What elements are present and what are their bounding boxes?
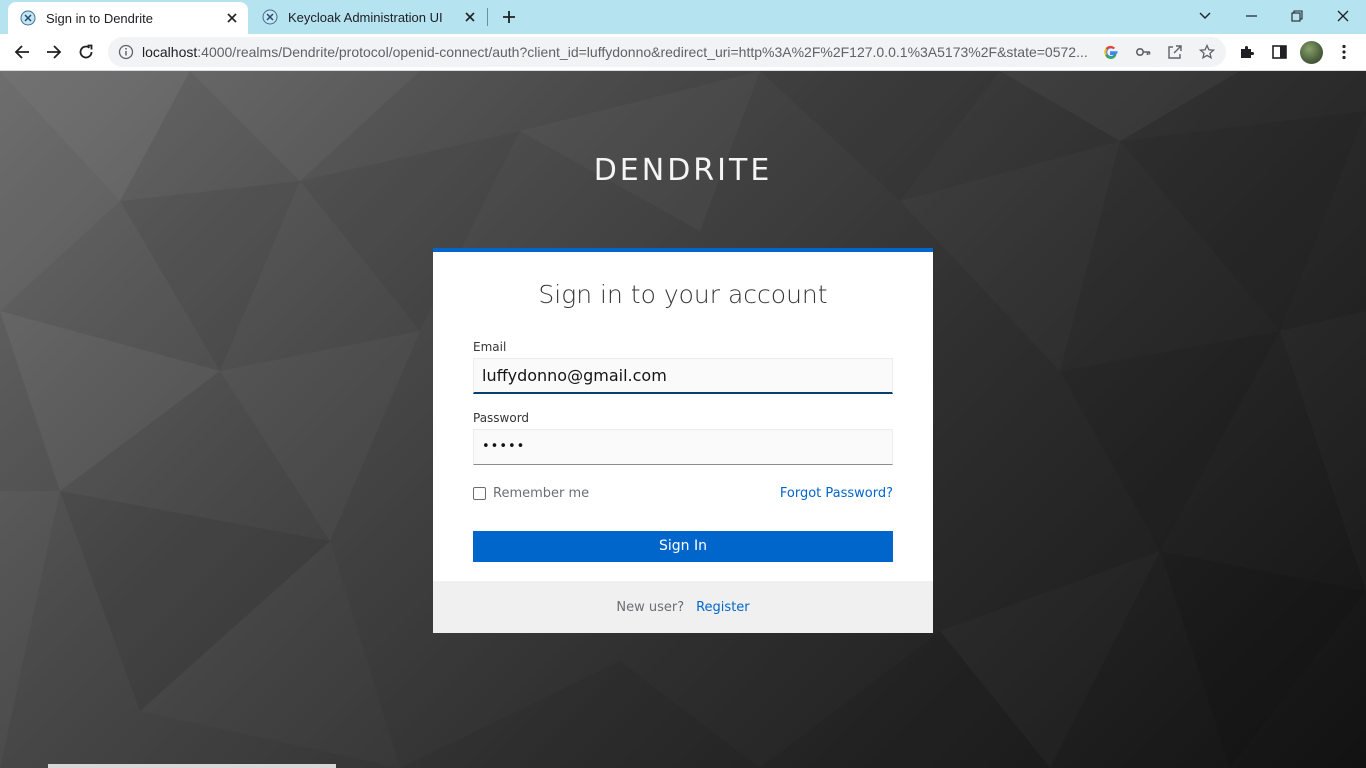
remember-me-checkbox[interactable] xyxy=(473,487,486,500)
side-panel-icon xyxy=(1271,45,1287,59)
new-tab-button[interactable] xyxy=(496,5,522,29)
forgot-password-link[interactable]: Forgot Password? xyxy=(780,486,893,501)
email-label: Email xyxy=(473,340,507,354)
minimize-button[interactable] xyxy=(1228,2,1274,30)
minimize-icon xyxy=(1245,15,1257,17)
arrow-right-icon xyxy=(47,45,62,59)
keycloak-favicon-icon xyxy=(262,9,278,25)
key-icon[interactable] xyxy=(1134,43,1152,61)
address-bar[interactable]: localhost:4000/realms/Dendrite/protocol/… xyxy=(108,37,1226,67)
tab-title: Sign in to Dendrite xyxy=(46,10,153,26)
keycloak-favicon-icon xyxy=(20,10,36,26)
tab-sign-in[interactable]: Sign in to Dendrite xyxy=(8,2,248,34)
side-panel-button[interactable] xyxy=(1266,39,1292,65)
close-icon[interactable] xyxy=(460,7,480,27)
browser-toolbar: localhost:4000/realms/Dendrite/protocol/… xyxy=(0,34,1366,71)
close-icon[interactable] xyxy=(222,8,242,28)
arrow-left-icon xyxy=(14,45,29,59)
back-button[interactable] xyxy=(8,38,36,66)
restore-icon xyxy=(1291,10,1303,22)
profile-avatar[interactable] xyxy=(1300,41,1323,64)
close-icon xyxy=(1337,10,1349,22)
star-icon[interactable] xyxy=(1198,43,1216,61)
more-vertical-icon xyxy=(1342,44,1346,60)
plus-icon xyxy=(503,11,515,23)
realm-brand: DENDRITE xyxy=(593,153,773,188)
google-translate-icon[interactable] xyxy=(1102,43,1120,61)
login-page: DENDRITE Sign in to your account Email l… xyxy=(0,71,1366,768)
remember-me-label: Remember me xyxy=(493,486,590,501)
email-field[interactable]: luffydonno@gmail.com xyxy=(473,358,893,394)
puzzle-icon xyxy=(1241,46,1254,58)
browser-menu-button[interactable] xyxy=(1331,39,1357,65)
tab-title: Keycloak Administration UI xyxy=(288,9,443,25)
new-user-label: New user? xyxy=(616,599,685,615)
reload-icon xyxy=(79,44,93,59)
sign-in-button[interactable]: Sign In xyxy=(473,531,893,562)
register-footer: New user? Register xyxy=(433,581,933,633)
url-host: localhost xyxy=(142,44,198,60)
tab-keycloak-admin[interactable]: Keycloak Administration UI xyxy=(250,0,486,34)
forward-button[interactable] xyxy=(40,38,68,66)
url-path: :4000/realms/Dendrite/protocol/openid-co… xyxy=(197,44,1088,60)
password-label: Password xyxy=(473,411,530,425)
remember-me[interactable]: Remember me xyxy=(473,486,589,501)
restore-button[interactable] xyxy=(1274,2,1320,30)
tab-divider xyxy=(487,8,488,26)
register-link[interactable]: Register xyxy=(696,600,750,615)
info-icon[interactable] xyxy=(118,44,134,60)
reload-button[interactable] xyxy=(72,38,100,66)
login-card: Sign in to your account Email luffydonno… xyxy=(433,248,933,633)
page-title: Sign in to your account xyxy=(538,280,828,309)
chevron-down-icon xyxy=(1199,12,1211,19)
url-text: localhost:4000/realms/Dendrite/protocol/… xyxy=(142,44,1100,60)
extensions-button[interactable] xyxy=(1234,39,1260,65)
tab-strip: Sign in to Dendrite Keycloak Administrat… xyxy=(0,0,1366,34)
close-window-button[interactable] xyxy=(1320,2,1366,30)
page-scroll-indicator xyxy=(48,764,336,768)
password-field[interactable]: ••••• xyxy=(473,429,893,465)
tab-search-button[interactable] xyxy=(1182,2,1228,30)
share-icon[interactable] xyxy=(1166,43,1184,61)
